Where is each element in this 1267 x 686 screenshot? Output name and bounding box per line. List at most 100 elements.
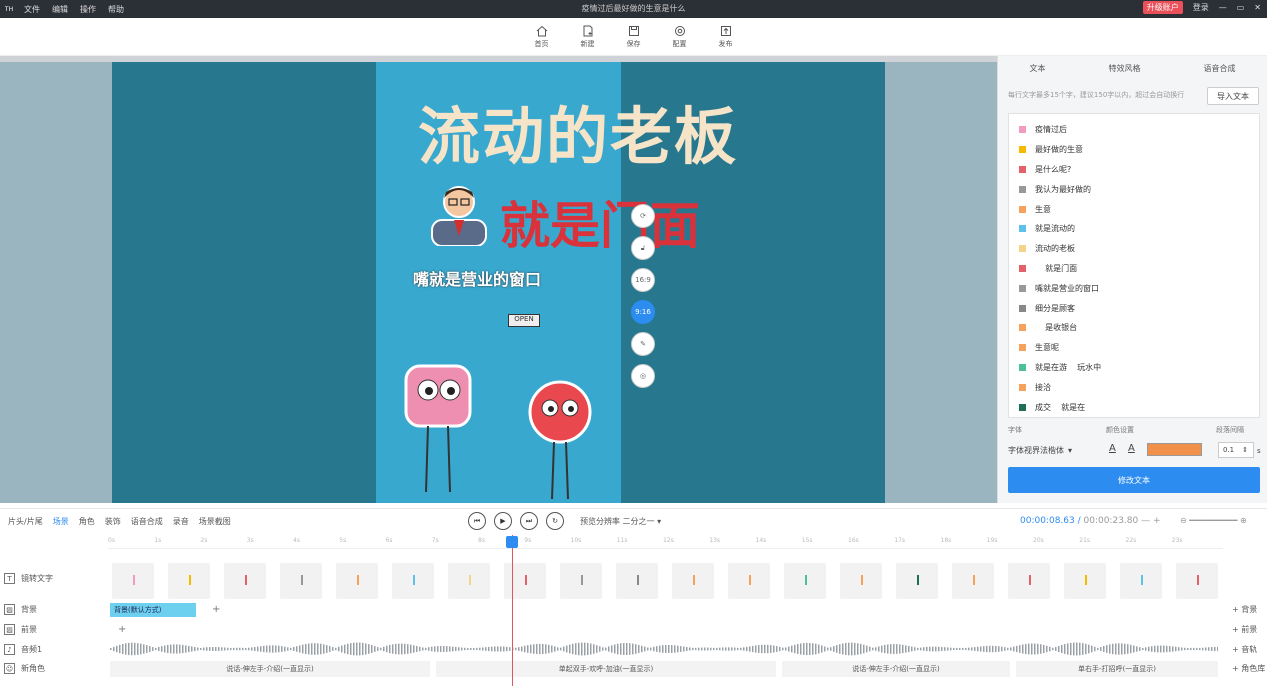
screenshot-button[interactable]: 场景截图: [199, 516, 231, 527]
rotate-button[interactable]: ⟳: [631, 204, 655, 228]
add-foreground-button[interactable]: + 前景: [1232, 624, 1257, 635]
tab-speech-synthesis[interactable]: 语音合成: [1204, 63, 1236, 74]
ratio-9-16-button[interactable]: 9:16: [631, 300, 655, 324]
previous-button[interactable]: ⏮: [468, 512, 486, 530]
playhead-line[interactable]: [512, 535, 513, 686]
scene-button[interactable]: 场景: [53, 516, 69, 527]
color-swatch[interactable]: [1147, 443, 1202, 456]
scene-caption[interactable]: 嘴就是营业的窗口: [413, 266, 541, 290]
track-background[interactable]: ▨ 背景: [4, 604, 37, 615]
text-clip[interactable]: [616, 563, 658, 599]
role-clip[interactable]: 说话-伸左手-介绍(一直显示): [782, 661, 1010, 677]
text-clip[interactable]: [672, 563, 714, 599]
next-button[interactable]: ⏭: [520, 512, 538, 530]
text-clip[interactable]: [392, 563, 434, 599]
pink-character[interactable]: [398, 352, 482, 502]
menu-edit[interactable]: 编辑: [52, 4, 68, 15]
text-color-icon[interactable]: A: [1109, 443, 1116, 454]
text-clip[interactable]: [784, 563, 826, 599]
text-clip[interactable]: [1064, 563, 1106, 599]
menu-help[interactable]: 帮助: [108, 4, 124, 15]
text-clip[interactable]: [112, 563, 154, 599]
add-audio-button[interactable]: + 音轨: [1232, 644, 1257, 655]
role-clip[interactable]: 说话-伸左手-介绍(一直显示): [110, 661, 430, 677]
track-text[interactable]: T 镜转文字: [4, 573, 53, 584]
playhead-handle[interactable]: [506, 536, 518, 548]
login-link[interactable]: 登录: [1193, 2, 1209, 13]
add-foreground-icon[interactable]: +: [118, 624, 126, 635]
text-clip[interactable]: [1008, 563, 1050, 599]
zoom-slider[interactable]: ⊖ ━━━━━━━━━━ ⊕: [1180, 516, 1247, 525]
text-line-item[interactable]: 就是在游 玩水中: [1009, 358, 1259, 378]
spacing-input[interactable]: 0.1 ⇕: [1218, 442, 1254, 458]
text-clip[interactable]: [1120, 563, 1162, 599]
tab-effect-style[interactable]: 特效风格: [1109, 63, 1141, 74]
text-clip[interactable]: [448, 563, 490, 599]
open-sign[interactable]: OPEN: [508, 314, 540, 327]
text-clip[interactable]: [728, 563, 770, 599]
edit-button[interactable]: ✎: [631, 332, 655, 356]
text-clip[interactable]: [504, 563, 546, 599]
text-line-item[interactable]: 细分是顾客: [1009, 298, 1259, 318]
text-line-item[interactable]: 接洽: [1009, 377, 1259, 397]
timeline[interactable]: 0s 1s 2s 3s 4s 5s 6s 7s 8s 9s 10s 11s 12s 13s 14s 15s 16…: [0, 535, 1267, 686]
add-character-button[interactable]: + 角色库: [1232, 663, 1265, 674]
camera-button[interactable]: ◎: [631, 364, 655, 388]
ratio-16-9-button[interactable]: 16:9: [631, 268, 655, 292]
replay-button[interactable]: ↻: [546, 512, 564, 530]
import-text-button[interactable]: 导入文本: [1207, 87, 1259, 105]
role-clip[interactable]: 单起双手-欢呼-加油(一直显示): [436, 661, 776, 677]
text-clip[interactable]: [280, 563, 322, 599]
preview-resolution[interactable]: 预览分辨率 二分之一 ▾: [580, 516, 661, 527]
minimize-icon[interactable]: —: [1219, 3, 1227, 12]
text-line-list[interactable]: 疫情过后 最好做的生意 是什么呢? 我认为最好做的 生意 就是流动的 流动的老板 就是门面嘴…: [1008, 113, 1260, 418]
minus-icon[interactable]: —: [1141, 516, 1150, 526]
lock-button[interactable]: 🔓︎: [631, 236, 655, 260]
text-line-item[interactable]: 疫情过后: [1009, 120, 1259, 140]
text-clip[interactable]: [1176, 563, 1218, 599]
tab-text[interactable]: 文本: [1030, 63, 1046, 74]
add-background-button[interactable]: + 背景: [1232, 604, 1257, 615]
canvas-area[interactable]: 流动的老板 就是门面 嘴就是营业的窗口 OPEN ⟳ 🔓︎ 16:9 9:16 …: [0, 56, 997, 503]
decoration-button[interactable]: 装饰: [105, 516, 121, 527]
plus-icon[interactable]: +: [1153, 516, 1161, 526]
play-button[interactable]: ▶: [494, 512, 512, 530]
stepper-icon[interactable]: ⇕: [1242, 446, 1248, 454]
record-button[interactable]: 录音: [173, 516, 189, 527]
text-line-item[interactable]: 流动的老板: [1009, 239, 1259, 259]
publish-button[interactable]: 发布: [712, 18, 740, 55]
text-line-item[interactable]: 我认为最好做的: [1009, 179, 1259, 199]
track-audio[interactable]: ♪ 音频1: [4, 644, 42, 655]
new-button[interactable]: 新建: [574, 18, 602, 55]
zoom-out-icon[interactable]: ⊖: [1180, 516, 1187, 525]
speech-synthesis-button[interactable]: 语音合成: [131, 516, 163, 527]
text-line-item[interactable]: 生意呢: [1009, 338, 1259, 358]
text-clip[interactable]: [224, 563, 266, 599]
text-clip[interactable]: [168, 563, 210, 599]
scene-title[interactable]: 流动的老板: [418, 86, 738, 176]
restore-icon[interactable]: ▭: [1237, 3, 1245, 12]
zoom-in-icon[interactable]: ⊕: [1240, 516, 1247, 525]
intro-outro-button[interactable]: 片头/片尾: [8, 516, 43, 527]
text-clip[interactable]: [840, 563, 882, 599]
track-character[interactable]: ☺ 新角色: [4, 663, 45, 674]
save-button[interactable]: 保存: [620, 18, 648, 55]
scene-subtitle[interactable]: 就是门面: [500, 186, 700, 258]
text-line-item[interactable]: 是收银台: [1009, 318, 1259, 338]
text-line-item[interactable]: 就是门面: [1009, 259, 1259, 279]
text-clip[interactable]: [896, 563, 938, 599]
text-line-item[interactable]: 最好做的生意: [1009, 140, 1259, 160]
track-foreground[interactable]: ▨ 前景: [4, 624, 37, 635]
red-character[interactable]: [522, 374, 598, 503]
menu-file[interactable]: 文件: [24, 4, 40, 15]
time-ruler[interactable]: 0s 1s 2s 3s 4s 5s 6s 7s 8s 9s 10s 11s 12s 13s 14s 15s 16…: [108, 535, 1223, 549]
text-clip[interactable]: [560, 563, 602, 599]
stroke-color-icon[interactable]: A: [1128, 443, 1135, 454]
character-button[interactable]: 角色: [79, 516, 95, 527]
menu-operate[interactable]: 操作: [80, 4, 96, 15]
role-clip[interactable]: 单右手-打招呼(一直显示): [1016, 661, 1218, 677]
upgrade-button[interactable]: 升级账户: [1142, 1, 1183, 14]
text-line-item[interactable]: 是什么呢?: [1009, 160, 1259, 180]
audio-waveform[interactable]: [110, 642, 1218, 656]
text-line-item[interactable]: 生意: [1009, 199, 1259, 219]
